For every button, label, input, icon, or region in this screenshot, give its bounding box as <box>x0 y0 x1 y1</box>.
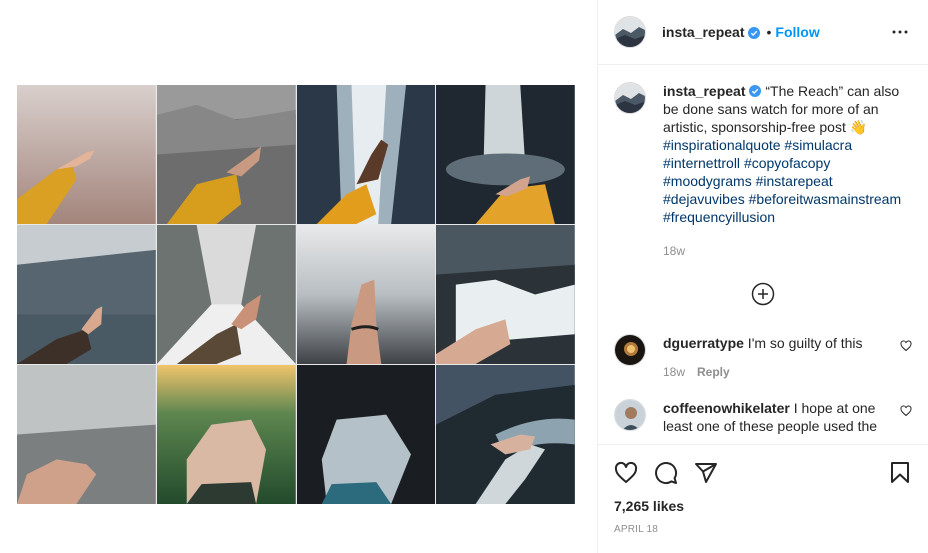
caption-username[interactable]: insta_repeat <box>663 83 745 99</box>
comment-item: dguerratype I'm so guilty of this 18w Rep… <box>614 334 912 381</box>
comments-section[interactable]: insta_repeat “The Reach” can also be don… <box>598 66 928 444</box>
photo-tile <box>436 85 575 224</box>
avatar[interactable] <box>614 82 646 114</box>
follow-button[interactable]: Follow <box>775 24 819 40</box>
avatar[interactable] <box>614 399 646 431</box>
caption-body: insta_repeat “The Reach” can also be don… <box>663 82 912 260</box>
post-caption: insta_repeat “The Reach” can also be don… <box>614 82 912 260</box>
hashtag-link[interactable]: #dejavuvibes <box>663 191 745 207</box>
separator-dot: • <box>766 24 772 40</box>
comment-item: coffeenowhikelater I hope at one least o… <box>614 399 912 435</box>
photo-tile <box>296 85 436 224</box>
hashtag-link[interactable]: #instarepeat <box>756 173 833 189</box>
caption-timestamp[interactable]: 18w <box>663 242 912 260</box>
action-bar <box>614 459 912 487</box>
verified-badge-icon <box>749 83 762 97</box>
username-link[interactable]: insta_repeat <box>662 24 744 40</box>
hashtag-link[interactable]: #internettroll <box>663 155 740 171</box>
post-date[interactable]: APRIL 18 <box>614 524 912 535</box>
comment-body: dguerratype I'm so guilty of this 18w Rep… <box>663 334 893 381</box>
hashtag-link[interactable]: #inspirationalquote <box>663 137 781 153</box>
photo-tile <box>17 85 156 224</box>
photo-tile <box>436 365 575 504</box>
hashtag-link[interactable]: #moodygrams <box>663 173 752 189</box>
post-header: insta_repeat • Follow <box>598 0 928 65</box>
reply-button[interactable]: Reply <box>697 365 730 379</box>
more-options-icon[interactable] <box>888 20 912 44</box>
load-more-comments[interactable] <box>614 282 912 306</box>
share-icon[interactable] <box>694 461 718 485</box>
comment-icon[interactable] <box>654 461 678 485</box>
comment-username[interactable]: dguerratype <box>663 335 744 351</box>
post-media[interactable] <box>0 0 597 553</box>
post-sidebar: insta_repeat • Follow insta_repeat “The … <box>597 0 928 553</box>
photo-tile <box>17 365 156 504</box>
photo-tile <box>156 85 296 224</box>
photo-tile <box>156 225 296 364</box>
avatar[interactable] <box>614 334 646 366</box>
comment-text: I'm so guilty of this <box>743 335 863 351</box>
load-more-icon[interactable] <box>751 282 775 306</box>
comment-like-icon[interactable] <box>900 340 912 352</box>
hashtag-link[interactable]: #simulacra <box>784 137 852 153</box>
comment-username[interactable]: coffeenowhikelater <box>663 400 790 416</box>
post-actions: 7,265 likes APRIL 18 <box>598 444 928 535</box>
photo-collage <box>17 85 575 504</box>
avatar[interactable] <box>614 16 646 48</box>
hashtag-link[interactable]: #beforeitwasmainstream <box>749 191 902 207</box>
comment-like-icon[interactable] <box>900 405 912 417</box>
heart-icon[interactable] <box>614 461 638 485</box>
bookmark-icon[interactable] <box>888 461 912 485</box>
hashtag-link[interactable]: #copyofacopy <box>744 155 830 171</box>
hashtag-link[interactable]: #frequencyillusion <box>663 209 775 225</box>
comment-meta: 18w Reply <box>663 363 893 381</box>
photo-tile <box>296 365 436 504</box>
verified-badge-icon <box>748 26 761 39</box>
comment-body: coffeenowhikelater I hope at one least o… <box>663 399 893 435</box>
likes-count[interactable]: 7,265 likes <box>614 498 912 514</box>
photo-tile <box>17 225 156 364</box>
photo-tile <box>296 225 436 364</box>
photo-tile <box>436 225 575 364</box>
comment-timestamp[interactable]: 18w <box>663 365 685 379</box>
photo-tile <box>156 365 296 504</box>
